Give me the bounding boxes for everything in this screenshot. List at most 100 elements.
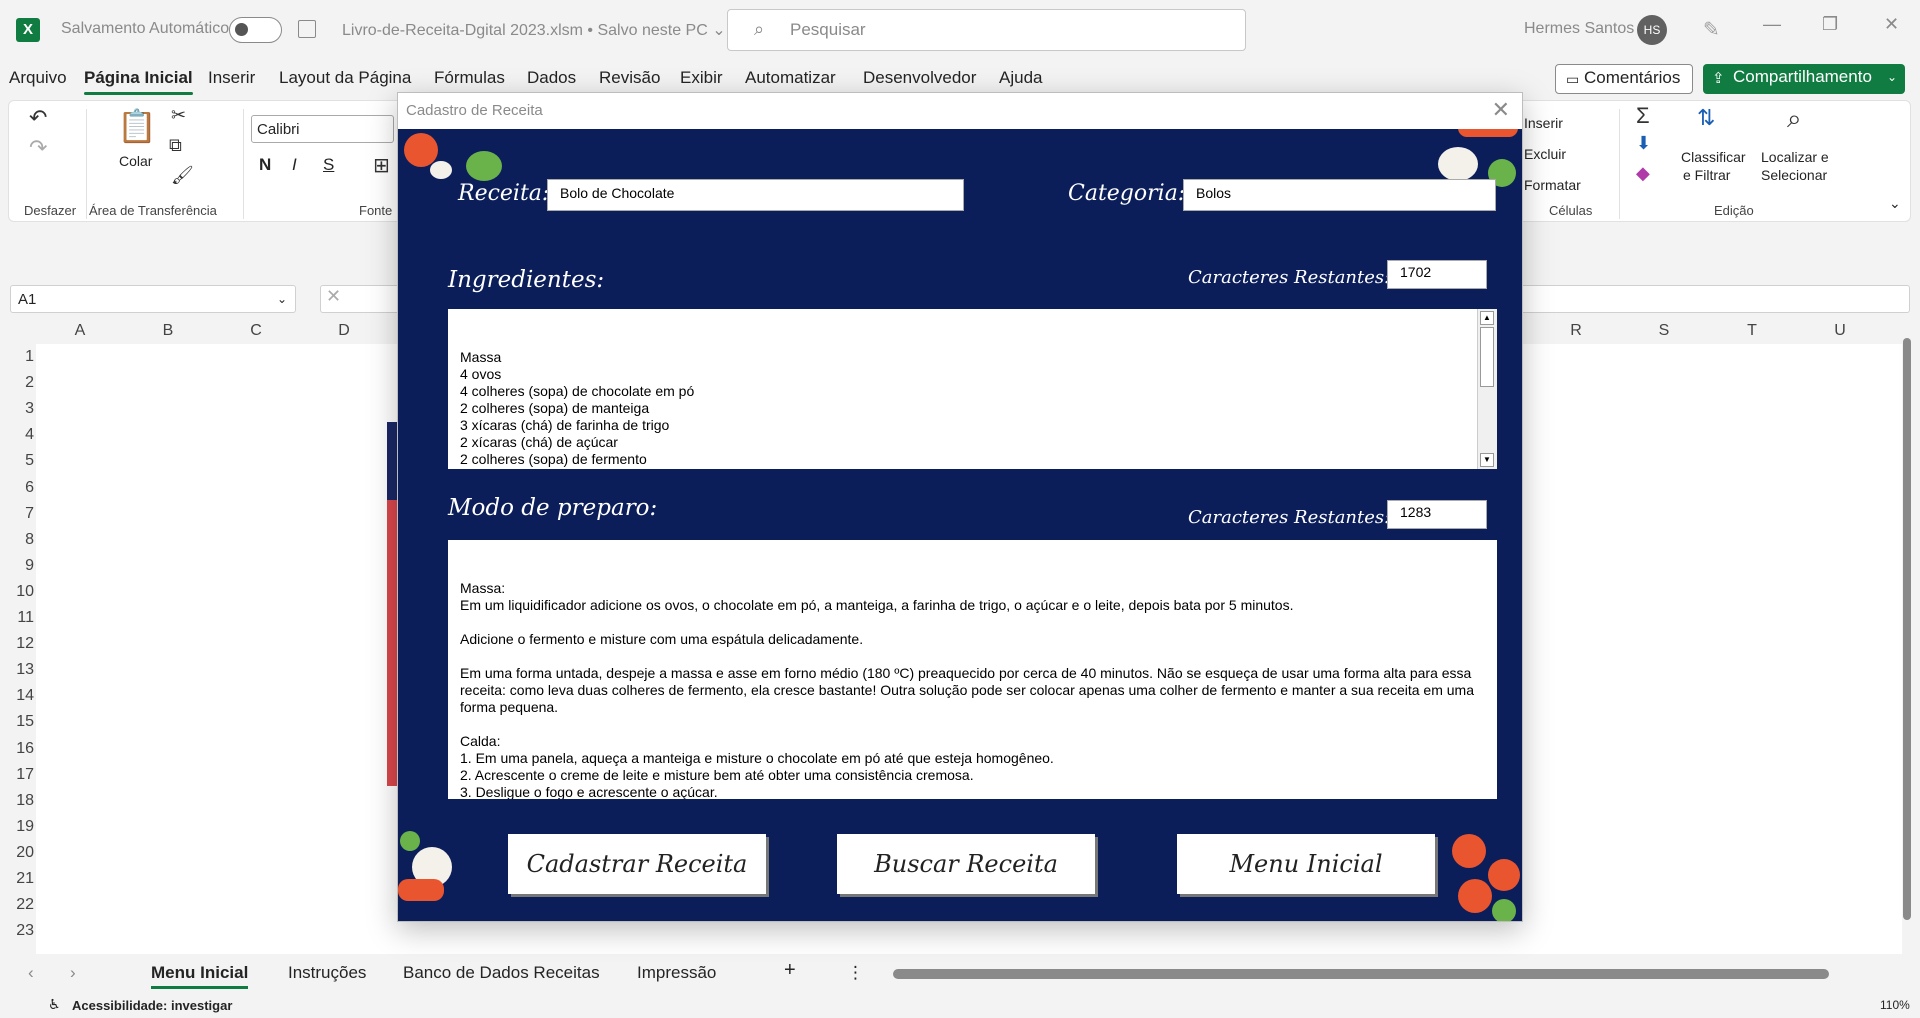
method-textarea[interactable]: Massa: Em um liquidificador adicione os … (448, 540, 1497, 799)
add-sheet-icon[interactable]: + (784, 959, 796, 982)
chevron-down-icon[interactable]: ⌄ (277, 292, 287, 306)
sheet-tab-instrucoes[interactable]: Instruções (288, 963, 366, 983)
recipe-name-input[interactable]: Bolo de Chocolate (547, 179, 964, 211)
ingredients-textarea[interactable]: Massa 4 ovos 4 colheres (sopa) de chocol… (448, 309, 1497, 469)
italic-button[interactable]: I (292, 155, 297, 175)
column-header[interactable]: U (1796, 322, 1884, 340)
row-header[interactable]: 18 (0, 792, 34, 810)
bold-button[interactable]: N (259, 155, 271, 175)
zoom-level[interactable]: 110% (1880, 998, 1910, 1012)
row-header[interactable]: 23 (0, 922, 34, 940)
register-recipe-button[interactable]: Cadastrar Receita (508, 834, 766, 894)
fill-icon[interactable]: ⬇ (1636, 133, 1651, 154)
next-sheet-icon[interactable]: › (70, 963, 76, 983)
save-icon[interactable] (298, 20, 316, 38)
row-header[interactable]: 5 (0, 452, 34, 470)
tab-revisao[interactable]: Revisão (599, 68, 660, 88)
tab-automatizar[interactable]: Automatizar (745, 68, 836, 88)
row-header[interactable]: 17 (0, 766, 34, 784)
clear-icon[interactable]: ◆ (1636, 163, 1650, 184)
chevron-down-icon[interactable]: ⌄ (1887, 70, 1897, 84)
tab-exibir[interactable]: Exibir (680, 68, 723, 88)
scrollbar-thumb[interactable] (1480, 327, 1494, 387)
file-title[interactable]: Livro-de-Receita-Dgital 2023.xlsm • Salv… (342, 20, 726, 40)
row-header[interactable]: 19 (0, 818, 34, 836)
row-header[interactable]: 21 (0, 870, 34, 888)
user-name[interactable]: Hermes Santos (1524, 20, 1634, 38)
row-header[interactable]: 9 (0, 557, 34, 575)
row-header[interactable]: 13 (0, 661, 34, 679)
share-button[interactable]: ⇪ Compartilhamento ⌄ (1703, 64, 1905, 94)
column-header[interactable]: C (212, 322, 300, 340)
column-header[interactable]: T (1708, 322, 1796, 340)
row-header[interactable]: 16 (0, 740, 34, 758)
paste-icon[interactable]: 📋 (117, 107, 157, 145)
row-header[interactable]: 11 (0, 609, 34, 627)
row-header[interactable]: 6 (0, 479, 34, 497)
sort-filter-icon[interactable]: ⇅ (1697, 105, 1715, 131)
scroll-down-icon[interactable]: ▼ (1480, 453, 1494, 467)
minimize-icon[interactable]: — (1763, 14, 1781, 35)
borders-icon[interactable]: ⊞ (373, 153, 390, 178)
horizontal-scrollbar-thumb[interactable] (893, 969, 1829, 979)
more-options-icon[interactable]: ⋮ (847, 963, 864, 983)
sort-filter-label-2[interactable]: e Filtrar (1683, 167, 1730, 183)
accessibility-status[interactable]: Acessibilidade: investigar (72, 998, 232, 1013)
tab-dados[interactable]: Dados (527, 68, 576, 88)
row-header[interactable]: 15 (0, 713, 34, 731)
scroll-up-icon[interactable]: ▲ (1480, 311, 1494, 325)
row-header[interactable]: 3 (0, 400, 34, 418)
category-input[interactable]: Bolos (1183, 179, 1496, 211)
avatar[interactable]: HS (1637, 15, 1667, 45)
undo-icon[interactable]: ↶ (29, 105, 47, 131)
ingredients-scrollbar[interactable]: ▲ ▼ (1477, 309, 1497, 469)
underline-button[interactable]: S (323, 155, 334, 175)
find-label-2[interactable]: Selecionar (1761, 167, 1827, 183)
paste-label[interactable]: Colar (119, 153, 152, 169)
row-header[interactable]: 10 (0, 583, 34, 601)
restore-icon[interactable]: ❐ (1822, 14, 1838, 35)
column-header[interactable]: D (300, 322, 388, 340)
format-cells-button[interactable]: Formatar (1524, 177, 1581, 193)
vertical-scrollbar[interactable] (1900, 322, 1914, 952)
tab-layout-da-pagina[interactable]: Layout da Página (279, 68, 411, 88)
cancel-formula-icon[interactable]: ✕ (326, 286, 341, 307)
row-header[interactable]: 20 (0, 844, 34, 862)
sheet-tab-menu-inicial[interactable]: Menu Inicial (151, 963, 249, 989)
sheet-tab-banco-de-dados[interactable]: Banco de Dados Receitas (403, 963, 600, 983)
autosave-toggle[interactable] (229, 17, 282, 43)
tab-formulas[interactable]: Fórmulas (434, 68, 505, 88)
close-icon[interactable]: ✕ (1492, 97, 1510, 123)
format-painter-icon[interactable]: 🖌 (171, 165, 194, 186)
column-header[interactable]: R (1532, 322, 1620, 340)
tab-arquivo[interactable]: Arquivo (9, 68, 67, 88)
row-header[interactable]: 8 (0, 531, 34, 549)
main-menu-button[interactable]: Menu Inicial (1177, 834, 1435, 894)
prev-sheet-icon[interactable]: ‹ (28, 963, 34, 983)
column-header[interactable]: A (36, 322, 124, 340)
delete-cells-button[interactable]: Excluir (1524, 146, 1566, 162)
collapse-ribbon-icon[interactable]: ⌄ (1889, 195, 1901, 212)
font-name-select[interactable]: Calibri (251, 115, 394, 143)
find-icon[interactable]: ⌕ (1787, 103, 1802, 135)
tab-inserir[interactable]: Inserir (208, 68, 255, 88)
row-header[interactable]: 4 (0, 426, 34, 444)
search-input[interactable]: ⌕ Pesquisar (727, 9, 1246, 51)
redo-icon[interactable]: ↷ (29, 135, 47, 161)
column-header[interactable]: S (1620, 322, 1708, 340)
row-header[interactable]: 12 (0, 635, 34, 653)
column-header[interactable]: B (124, 322, 212, 340)
sort-filter-label-1[interactable]: Classificar (1681, 149, 1746, 165)
copy-icon[interactable]: ⧉ (169, 135, 182, 156)
tab-desenvolvedor[interactable]: Desenvolvedor (863, 68, 976, 88)
row-header[interactable]: 2 (0, 374, 34, 392)
row-header[interactable]: 1 (0, 348, 34, 366)
name-box[interactable]: A1 ⌄ (10, 285, 296, 313)
comments-button[interactable]: ▭ Comentários (1555, 64, 1693, 94)
tab-pagina-inicial[interactable]: Página Inicial (84, 68, 193, 95)
sheet-tab-impressao[interactable]: Impressão (637, 963, 716, 983)
find-label-1[interactable]: Localizar e (1761, 149, 1829, 165)
row-header[interactable]: 22 (0, 896, 34, 914)
close-icon[interactable]: ✕ (1884, 14, 1899, 35)
search-recipe-button[interactable]: Buscar Receita (837, 834, 1095, 894)
